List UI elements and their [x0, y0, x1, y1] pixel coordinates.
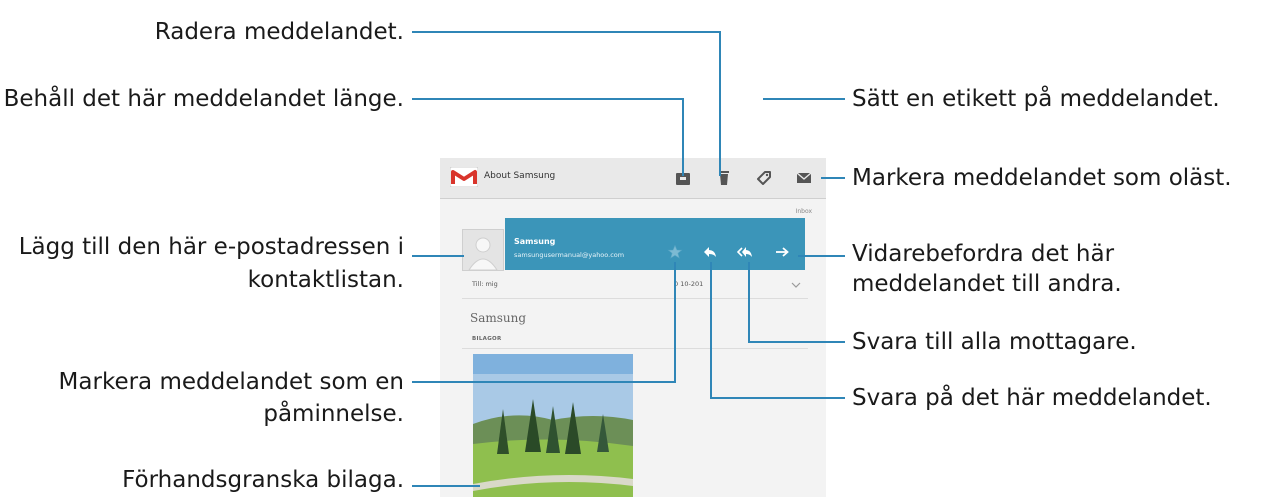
- chevron-down-icon[interactable]: [791, 282, 801, 288]
- email-screen: About Samsung Inbox Samsung samsunguserm…: [440, 158, 826, 497]
- forward-icon[interactable]: [774, 244, 790, 260]
- action-bar: About Samsung: [440, 158, 826, 199]
- callout-forward-line1: Vidarebefordra det här: [852, 241, 1115, 267]
- reply-all-icon[interactable]: [737, 244, 753, 260]
- divider: [462, 298, 808, 299]
- callout-forward-line2: meddelandet till andra.: [852, 271, 1122, 297]
- callout-delete: Radera meddelandet.: [154, 19, 404, 45]
- delete-callout-line: [412, 31, 721, 176]
- gmail-logo[interactable]: [450, 167, 478, 187]
- callout-reminder-line2: påminnelse.: [263, 401, 404, 427]
- attachments-label: BILAGOR: [472, 336, 502, 342]
- avatar[interactable]: [462, 229, 504, 271]
- callout-reminder-line1: Markera meddelandet som en: [58, 369, 404, 395]
- folder-label[interactable]: Inbox: [796, 208, 812, 215]
- date-text: 0 10-201: [674, 280, 704, 288]
- archive-icon[interactable]: [674, 169, 692, 187]
- callout-preview: Förhandsgranska bilaga.: [122, 467, 404, 493]
- label-tag-icon[interactable]: [755, 169, 773, 187]
- recipient-row[interactable]: Till: mig: [472, 280, 498, 288]
- callout-add-contact-line1: Lägg till den här e-postadressen i: [18, 234, 404, 260]
- callout-reply-all: Svara till alla mottagare.: [852, 329, 1137, 355]
- callout-add-contact-line2: kontaktlistan.: [247, 267, 404, 293]
- callout-unread: Markera meddelandet som oläst.: [852, 165, 1232, 191]
- person-icon: [468, 237, 498, 271]
- reply-icon[interactable]: [702, 244, 718, 260]
- sender-name: Samsung: [514, 237, 556, 246]
- envelope-icon[interactable]: [795, 169, 813, 187]
- divider: [462, 348, 808, 349]
- email-subject-title: About Samsung: [484, 171, 556, 181]
- attachment-thumbnail[interactable]: [473, 354, 633, 497]
- sender-email: samsungusermanual@yahoo.com: [514, 251, 625, 259]
- callout-reply: Svara på det här meddelandet.: [852, 385, 1212, 411]
- trash-icon[interactable]: [715, 169, 733, 187]
- callout-archive: Behåll det här meddelandet länge.: [3, 86, 404, 112]
- callout-label: Sätt en etikett på meddelandet.: [852, 86, 1220, 112]
- star-icon[interactable]: [667, 244, 683, 260]
- message-subject: Samsung: [470, 311, 527, 325]
